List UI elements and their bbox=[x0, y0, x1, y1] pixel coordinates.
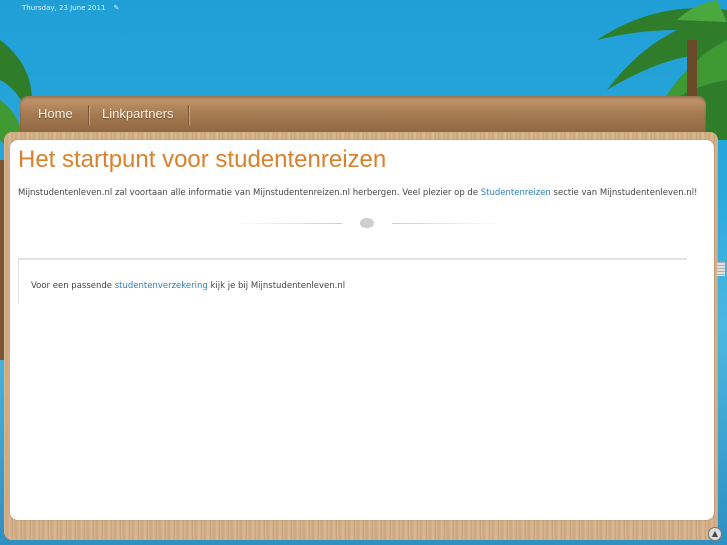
info-box: Voor een passende studentenverzekering k… bbox=[18, 258, 687, 304]
pencil-icon[interactable]: ✎ bbox=[114, 4, 120, 12]
nav-item-linkpartners[interactable]: Linkpartners bbox=[102, 96, 174, 132]
scrollbar-handle[interactable] bbox=[717, 262, 725, 276]
intro-text-end: sectie van Mijnstudentenleven.nl! bbox=[550, 188, 698, 198]
current-date: Thursday, 23 June 2011 bbox=[22, 4, 106, 12]
intro-text-start: Mijnstudentenleven.nl zal voortaan alle … bbox=[18, 188, 481, 198]
nav-separator bbox=[188, 105, 189, 125]
section-divider bbox=[232, 218, 502, 230]
studentenverzekering-link[interactable]: studentenverzekering bbox=[115, 281, 208, 291]
box-text-start: Voor een passende bbox=[31, 281, 115, 291]
divider-line-right bbox=[392, 223, 502, 224]
studentenreizen-link[interactable]: Studentenreizen bbox=[481, 188, 551, 198]
divider-line-left bbox=[232, 223, 342, 224]
arrow-up-icon[interactable]: ▲ bbox=[708, 527, 722, 541]
box-text-end: kijk je bij Mijnstudentenleven.nl bbox=[207, 281, 346, 291]
content-panel: Het startpunt voor studentenreizen Mijns… bbox=[10, 140, 714, 520]
nav-separator bbox=[88, 105, 89, 125]
nav-item-home[interactable]: Home bbox=[38, 96, 73, 132]
page-title: Het startpunt voor studentenreizen bbox=[18, 146, 387, 173]
date-line: Thursday, 23 June 2011 ✎ bbox=[22, 4, 120, 12]
shell-icon bbox=[360, 218, 374, 228]
info-box-text: Voor een passende studentenverzekering k… bbox=[31, 281, 345, 291]
main-navigation: Home Linkpartners bbox=[20, 96, 706, 136]
intro-paragraph: Mijnstudentenleven.nl zal voortaan alle … bbox=[18, 188, 708, 198]
